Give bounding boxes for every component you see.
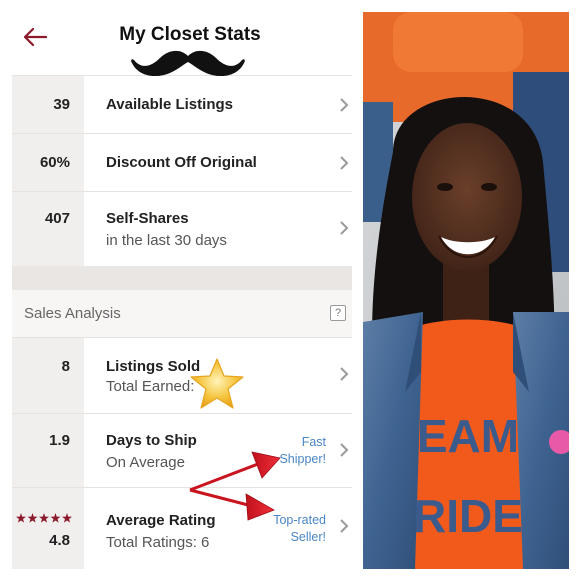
chevron-right-icon [340, 221, 349, 235]
stat-value: 39 [53, 96, 70, 113]
shirt-text-line2: RIDE [413, 490, 523, 542]
help-icon[interactable]: ? [330, 305, 346, 321]
portrait-illustration: EAM RIDE [363, 12, 569, 569]
stat-label: Discount Off Original [106, 154, 257, 171]
section-divider [12, 266, 352, 290]
stat-value: 4.8 [49, 532, 70, 549]
shirt-text-line1: EAM [417, 410, 519, 462]
chevron-right-icon [340, 443, 349, 457]
stat-sublabel: Total Earned: [106, 378, 195, 395]
stat-label: Self-Shares [106, 210, 189, 227]
stat-value: 60% [39, 154, 70, 171]
closet-stats-screen: My Closet Stats 39 Available Listings 60… [12, 12, 352, 569]
seller-photo: EAM RIDE [363, 12, 569, 569]
stat-label: Available Listings [106, 96, 233, 113]
chevron-right-icon [340, 367, 349, 381]
section-title: Sales Analysis [24, 305, 121, 322]
fast-shipper-note: Fast Shipper! [279, 435, 326, 466]
stat-label: Listings Sold [106, 358, 201, 375]
chevron-right-icon [340, 98, 349, 112]
chevron-right-icon [340, 156, 349, 170]
stat-value: 8 [61, 358, 70, 375]
header-bar: My Closet Stats [12, 12, 352, 77]
days-to-ship-row[interactable]: 1.9 Days to Ship On Average Fast Shipper… [12, 414, 352, 488]
available-listings-row[interactable]: 39 Available Listings [12, 76, 352, 134]
listings-sold-row[interactable]: 8 Listings Sold Total Earned: [12, 338, 352, 414]
stat-value: 1.9 [49, 432, 70, 449]
top-rated-note: Top-rated Seller! [273, 513, 326, 544]
stat-label: Days to Ship [106, 432, 197, 449]
star-sticker-icon [190, 358, 244, 409]
page-title: My Closet Stats [119, 24, 261, 45]
self-shares-row[interactable]: 407 Self-Shares in the last 30 days [12, 192, 352, 266]
stat-label: Average Rating [106, 512, 216, 529]
stat-sublabel: in the last 30 days [106, 232, 227, 249]
stat-sublabel: On Average [106, 454, 185, 471]
stat-sublabel: Total Ratings: 6 [106, 534, 210, 551]
rating-stars-icon [16, 513, 72, 523]
sales-analysis-header: Sales Analysis ? [12, 290, 352, 338]
average-rating-row[interactable]: 4.8 Average Rating Total Ratings: 6 Top-… [12, 488, 352, 569]
chevron-right-icon [340, 519, 349, 533]
stat-value: 407 [44, 210, 70, 227]
discount-row[interactable]: 60% Discount Off Original [12, 134, 352, 192]
